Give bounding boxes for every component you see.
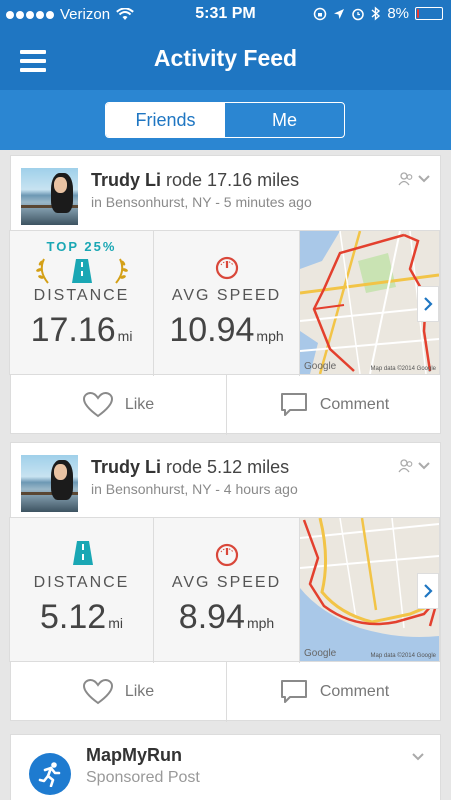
feed-filter-segmented-control: Friends Me — [105, 102, 345, 138]
comment-label: Comment — [319, 396, 390, 413]
segment-bar: Friends Me — [0, 90, 451, 150]
bluetooth-icon — [371, 6, 381, 21]
like-label: Like — [124, 396, 155, 413]
nav-bar: Activity Feed — [0, 30, 451, 90]
status-right: 8% — [313, 5, 443, 22]
distance-unit: mi — [108, 615, 123, 631]
like-button[interactable]: Like — [11, 662, 227, 722]
post-location-time: in Bensonhurst, NY - 5 minutes ago — [91, 194, 312, 210]
like-button[interactable]: Like — [11, 375, 227, 435]
battery-fill — [417, 9, 420, 18]
avg-speed-value: 8.94 mph — [154, 598, 299, 637]
avg-speed-unit: mph — [256, 328, 284, 344]
avatar[interactable] — [21, 455, 78, 512]
sponsor-name: MapMyRun — [86, 745, 182, 765]
map-next-button[interactable] — [417, 573, 439, 609]
chevron-down-icon — [418, 175, 430, 183]
post-action: rode 17.16 miles — [166, 170, 300, 190]
sponsored-label: Sponsored Post — [86, 769, 200, 786]
avg-speed-number: 8.94 — [178, 598, 245, 636]
speedometer-icon — [215, 256, 239, 280]
chevron-down-icon[interactable] — [412, 753, 424, 761]
page-title: Activity Feed — [153, 45, 298, 71]
comment-icon — [280, 393, 307, 416]
distance-stat: DISTANCE 5.12 mi — [10, 518, 154, 663]
like-label: Like — [124, 683, 155, 700]
workout-stats: DISTANCE 5.12 mi AVG SPEED 8.94 mph Goog… — [9, 517, 440, 663]
laurel-road-icon — [36, 258, 128, 284]
comment-label: Comment — [319, 683, 390, 700]
workout-stats: TOP 25% DISTANCE 17.16 mi AVG SPEED 10.9… — [9, 230, 440, 376]
friends-privacy-icon — [398, 172, 413, 186]
chevron-right-icon — [424, 584, 433, 598]
post-action: rode 5.12 miles — [166, 457, 290, 477]
avg-speed-label: AVG SPEED — [171, 574, 282, 591]
distance-label: DISTANCE — [33, 574, 130, 591]
ranking-badge: TOP 25% — [46, 239, 117, 254]
avg-speed-label: AVG SPEED — [171, 287, 282, 304]
map-google-logo: Google — [304, 648, 337, 659]
mapmyrun-logo-icon — [29, 753, 71, 795]
avatar[interactable] — [21, 168, 78, 225]
distance-stat: TOP 25% DISTANCE 17.16 mi — [10, 231, 154, 376]
speedometer-icon — [215, 543, 239, 567]
post-headline: Trudy Li rode 5.12 miles — [91, 457, 289, 478]
chevron-right-icon — [424, 297, 433, 311]
tab-me[interactable]: Me — [225, 103, 344, 137]
avg-speed-stat: AVG SPEED 8.94 mph — [154, 518, 300, 663]
distance-value: 17.16 mi — [10, 311, 153, 350]
orientation-lock-icon — [314, 7, 327, 20]
runner-icon — [38, 762, 61, 787]
chevron-down-icon — [418, 462, 430, 470]
friends-privacy-icon — [398, 459, 413, 473]
map-credit: Map data ©2014 Google — [370, 653, 436, 659]
heart-icon — [82, 679, 113, 705]
tab-friends[interactable]: Friends — [106, 103, 225, 137]
map-google-logo: Google — [304, 361, 337, 372]
avg-speed-value: 10.94 mph — [154, 311, 299, 350]
distance-number: 17.16 — [30, 311, 116, 349]
avg-speed-unit: mph — [246, 615, 275, 631]
route-map[interactable]: Google Map data ©2014 Google — [300, 518, 439, 661]
map-credit: Map data ©2014 Google — [370, 366, 436, 372]
user-name[interactable]: Trudy Li — [91, 457, 161, 477]
card-header: Trudy Li rode 17.16 miles in Bensonhurst… — [11, 156, 440, 230]
location-arrow-icon — [334, 8, 345, 19]
road-icon — [73, 541, 93, 565]
sponsored-post[interactable]: MapMyRun Sponsored Post — [10, 734, 441, 800]
post-actions: Like Comment — [11, 662, 442, 722]
distance-label: DISTANCE — [33, 287, 130, 304]
post-actions: Like Comment — [11, 375, 442, 435]
battery-icon — [415, 7, 443, 20]
user-name[interactable]: Trudy Li — [91, 170, 161, 190]
distance-value: 5.12 mi — [10, 598, 153, 637]
activity-card: Trudy Li rode 17.16 miles in Bensonhurst… — [9, 155, 442, 435]
post-options-button[interactable] — [398, 459, 430, 473]
comment-button[interactable]: Comment — [227, 662, 442, 722]
alarm-icon — [352, 8, 365, 20]
heart-icon — [82, 392, 113, 418]
post-options-button[interactable] — [398, 172, 430, 186]
comment-icon — [280, 680, 307, 703]
activity-card: Trudy Li rode 5.12 miles in Bensonhurst,… — [9, 442, 442, 722]
card-header: Trudy Li rode 5.12 miles in Bensonhurst,… — [11, 443, 440, 517]
post-headline: Trudy Li rode 17.16 miles — [91, 170, 299, 191]
distance-unit: mi — [117, 328, 133, 344]
post-location-time: in Bensonhurst, NY - 4 hours ago — [91, 481, 298, 497]
avg-speed-stat: AVG SPEED 10.94 mph — [154, 231, 300, 376]
comment-button[interactable]: Comment — [227, 375, 442, 435]
map-next-button[interactable] — [417, 286, 439, 322]
avg-speed-number: 10.94 — [169, 311, 255, 349]
status-bar: Verizon 5:31 PM 8% — [0, 0, 451, 30]
route-map[interactable]: Google Map data ©2014 Google — [300, 231, 439, 374]
battery-percent: 8% — [387, 5, 409, 22]
distance-number: 5.12 — [40, 598, 107, 636]
